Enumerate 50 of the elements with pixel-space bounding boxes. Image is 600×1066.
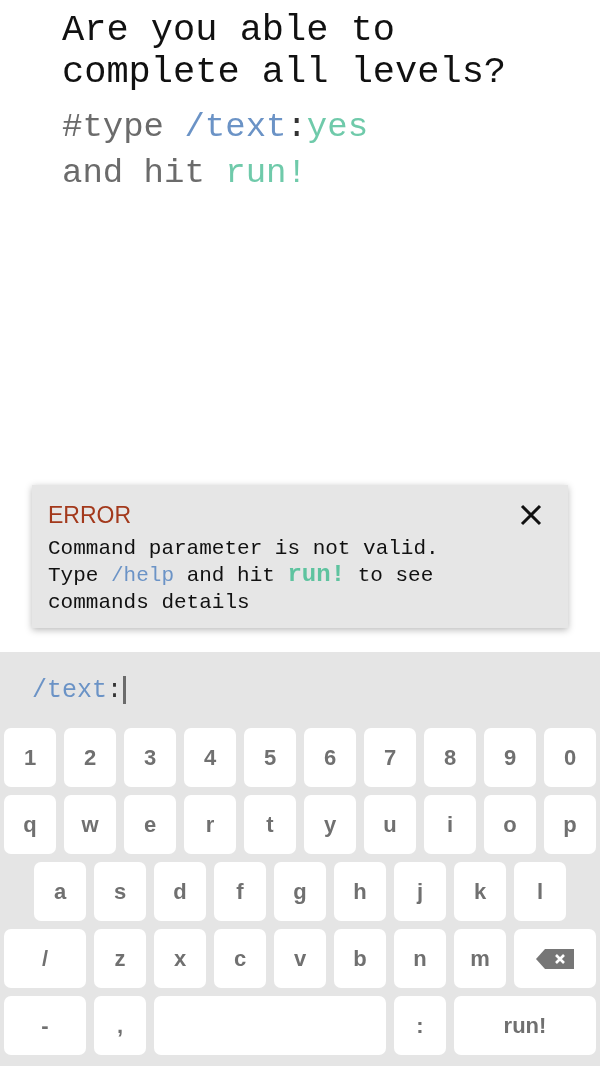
keyboard-key[interactable]: k [454,862,506,921]
keyboard-key[interactable]: s [94,862,146,921]
error-message: Command parameter is not valid. Type /help and hit run! to see commands details [48,536,440,616]
keyboard-key[interactable]: 9 [484,728,536,787]
keyboard-key[interactable]: - [4,996,86,1055]
backspace-icon [536,948,574,969]
keyboard-key[interactable]: p [544,795,596,854]
close-button[interactable] [520,504,542,526]
instruction-text: #type /text:yes and hit run! [62,107,370,194]
run-key[interactable]: run! [454,996,596,1055]
keyboard-key[interactable]: i [424,795,476,854]
keyboard-key[interactable]: 1 [4,728,56,787]
keyboard-key[interactable]: z [94,929,146,988]
keyboard-key[interactable]: b [334,929,386,988]
keyboard-key[interactable]: y [304,795,356,854]
keyboard-key[interactable]: n [394,929,446,988]
keyboard-key[interactable]: g [274,862,326,921]
keyboard-key[interactable]: 6 [304,728,356,787]
keyboard-key[interactable]: 5 [244,728,296,787]
keyboard-key[interactable]: / [4,929,86,988]
keyboard-key[interactable]: 4 [184,728,236,787]
keyboard-key[interactable]: e [124,795,176,854]
keyboard-key[interactable]: c [214,929,266,988]
keyboard-key[interactable]: 2 [64,728,116,787]
keyboard-key[interactable]: m [454,929,506,988]
keyboard-key[interactable]: 3 [124,728,176,787]
error-heading: ERROR [48,501,132,529]
keyboard-key[interactable]: 8 [424,728,476,787]
keyboard-key[interactable]: w [64,795,116,854]
keyboard-key[interactable]: j [394,862,446,921]
keyboard-key[interactable]: f [214,862,266,921]
prompt-title: Are you able to complete all levels? [62,9,508,93]
keyboard-key[interactable]: 7 [364,728,416,787]
keyboard-key[interactable]: a [34,862,86,921]
keyboard-key[interactable]: r [184,795,236,854]
keyboard-key[interactable]: h [334,862,386,921]
keyboard-key[interactable]: , [94,996,146,1055]
command-input-field[interactable]: /text: [0,652,300,728]
keyboard-key[interactable]: v [274,929,326,988]
keyboard-key[interactable]: d [154,862,206,921]
keyboard-key[interactable]: l [514,862,566,921]
keyboard-key[interactable]: u [364,795,416,854]
keyboard-key[interactable]: x [154,929,206,988]
keyboard-key[interactable]: q [4,795,56,854]
keyboard-key[interactable]: 0 [544,728,596,787]
keyboard-key[interactable]: t [244,795,296,854]
close-icon [520,504,542,526]
backspace-key[interactable] [514,929,596,988]
keyboard-key[interactable]: o [484,795,536,854]
keyboard-key[interactable]: : [394,996,446,1055]
